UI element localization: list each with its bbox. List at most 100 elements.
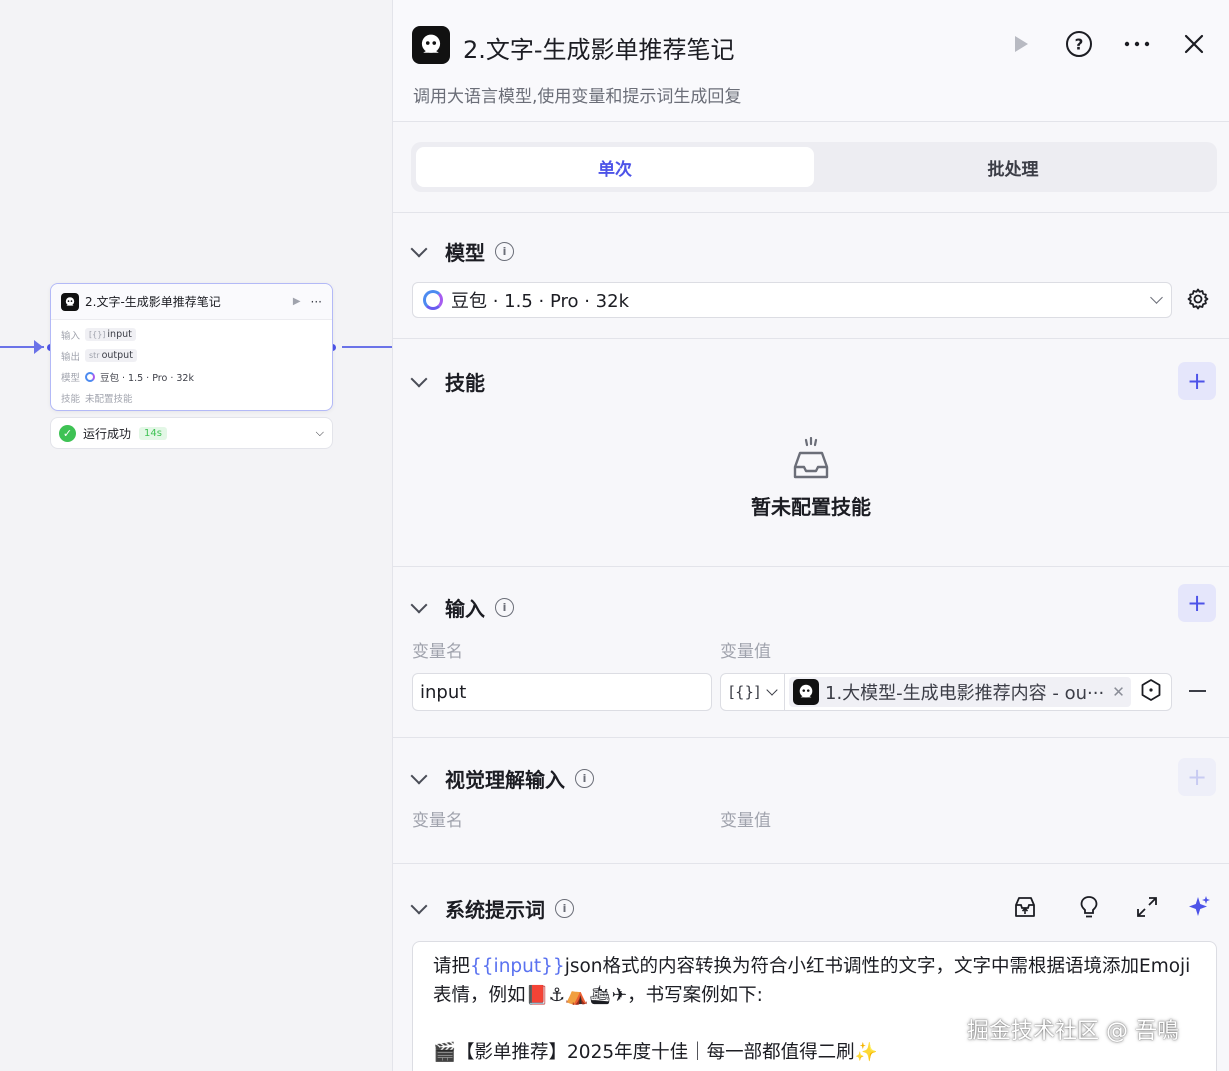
panel-subtitle: 调用大语言模型,使用变量和提示词生成回复 bbox=[413, 87, 742, 107]
col-var-name: 变量名 bbox=[412, 811, 463, 831]
help-icon[interactable]: ? bbox=[1063, 28, 1095, 60]
run-time-badge: 14s bbox=[139, 426, 167, 440]
run-status-bar[interactable]: ✓ 运行成功 14s ⌵ bbox=[50, 417, 333, 449]
vision-section: 视觉理解输入 i + 变量名 变量值 bbox=[393, 738, 1229, 864]
close-icon[interactable] bbox=[1178, 28, 1210, 60]
prompt-variable: {{input}} bbox=[470, 956, 565, 977]
chevron-down-icon[interactable] bbox=[410, 767, 428, 784]
node-title: 2.文字-生成影单推荐笔记 bbox=[85, 295, 221, 309]
prompt-text: 请把 bbox=[433, 956, 471, 977]
add-skill-button[interactable]: + bbox=[1178, 362, 1216, 400]
model-select[interactable]: 豆包 · 1.5 · Pro · 32k bbox=[412, 282, 1172, 318]
sparkle-icon[interactable] bbox=[1185, 893, 1213, 921]
model-select-value: 豆包 · 1.5 · Pro · 32k bbox=[451, 291, 630, 312]
node-header: 2.文字-生成影单推荐笔记 ▶ ··· bbox=[51, 284, 332, 320]
panel-header: 2.文字-生成影单推荐笔记 调用大语言模型,使用变量和提示词生成回复 ? bbox=[393, 0, 1229, 122]
chevron-down-icon[interactable] bbox=[410, 897, 428, 914]
bulb-icon[interactable] bbox=[1075, 893, 1103, 921]
col-var-name: 变量名 bbox=[412, 642, 463, 662]
mode-tabs-wrapper: 单次 批处理 bbox=[393, 122, 1229, 213]
col-var-value: 变量值 bbox=[720, 811, 771, 831]
mode-tabs: 单次 批处理 bbox=[411, 142, 1217, 192]
skill-label: 技能 bbox=[61, 393, 81, 405]
model-label: 模型 bbox=[61, 372, 81, 384]
output-chip: str output bbox=[85, 349, 137, 362]
more-icon[interactable]: ··· bbox=[311, 295, 322, 309]
type-tag: [{}] bbox=[89, 330, 106, 339]
run-status-text: 运行成功 bbox=[83, 426, 132, 441]
var-name-input[interactable]: input bbox=[412, 673, 712, 711]
section-title: 技能 bbox=[445, 371, 485, 395]
tab-batch[interactable]: 批处理 bbox=[814, 147, 1212, 187]
node-skill-row: 技能 未配置技能 bbox=[61, 387, 322, 408]
model-section: 模型 i bbox=[393, 213, 1229, 339]
info-icon[interactable]: i bbox=[495, 598, 514, 617]
node-config-panel: 2.文字-生成影单推荐笔记 调用大语言模型,使用变量和提示词生成回复 ? 单次 … bbox=[392, 0, 1229, 1071]
chevron-down-icon bbox=[1150, 291, 1163, 304]
gear-icon[interactable] bbox=[1186, 287, 1210, 315]
input-label: 输入 bbox=[61, 330, 81, 342]
tab-single[interactable]: 单次 bbox=[416, 147, 814, 187]
node-input-row: 输入 [{}] input bbox=[61, 324, 322, 345]
model-section-header[interactable]: 模型 i bbox=[410, 237, 514, 266]
section-title: 视觉理解输入 bbox=[445, 768, 565, 792]
info-icon[interactable]: i bbox=[575, 769, 594, 788]
var-ref-chip[interactable]: 1.大模型-生成电影推荐内容 - ou··· ✕ bbox=[789, 677, 1131, 707]
info-icon[interactable]: i bbox=[555, 899, 574, 918]
chevron-down-icon bbox=[766, 684, 778, 696]
output-label: 输出 bbox=[61, 351, 81, 363]
play-icon[interactable] bbox=[1005, 28, 1037, 60]
outgoing-edge bbox=[342, 346, 392, 348]
model-value: 豆包 · 1.5 · Pro · 32k bbox=[100, 372, 194, 384]
bot-icon bbox=[412, 26, 450, 64]
skill-value: 未配置技能 bbox=[85, 393, 133, 405]
type-glyph: [{}] bbox=[729, 683, 760, 701]
clear-icon[interactable]: ✕ bbox=[1112, 683, 1125, 701]
svg-text:?: ? bbox=[1075, 36, 1084, 54]
chevron-down-icon[interactable] bbox=[410, 240, 428, 257]
section-title: 系统提示词 bbox=[445, 898, 545, 922]
input-chip: [{}] input bbox=[85, 328, 136, 341]
type-selector[interactable]: [{}] bbox=[721, 674, 785, 710]
workflow-canvas[interactable]: 2.文字-生成影单推荐笔记 ▶ ··· 输入 [{}] input 输出 str o… bbox=[0, 0, 392, 1071]
add-vision-input-button[interactable]: + bbox=[1178, 758, 1216, 796]
node-output-row: 输出 str output bbox=[61, 345, 322, 366]
skill-section: 技能 + 暂未配置技能 bbox=[393, 339, 1229, 567]
play-icon[interactable]: ▶ bbox=[293, 296, 301, 307]
expand-icon[interactable] bbox=[1133, 893, 1161, 921]
edge-arrow bbox=[34, 340, 43, 354]
library-icon[interactable] bbox=[1011, 893, 1039, 921]
type-tag: str bbox=[89, 351, 100, 360]
empty-text: 暂未配置技能 bbox=[751, 495, 871, 519]
skill-section-header[interactable]: 技能 bbox=[410, 367, 485, 396]
chevron-down-icon[interactable]: ⌵ bbox=[316, 426, 324, 440]
var-value-field[interactable]: [{}] 1.大模型-生成电影推荐内容 - ou··· ✕ bbox=[720, 673, 1172, 711]
bot-icon bbox=[61, 292, 79, 311]
add-input-button[interactable]: + bbox=[1178, 584, 1216, 622]
col-var-value: 变量值 bbox=[720, 642, 771, 662]
minus-icon[interactable] bbox=[1189, 690, 1206, 692]
chip-value: output bbox=[101, 350, 133, 361]
doubao-icon bbox=[423, 290, 443, 310]
doubao-icon bbox=[85, 371, 95, 382]
var-name-value: input bbox=[420, 681, 467, 703]
more-icon[interactable] bbox=[1121, 28, 1153, 60]
section-title: 输入 bbox=[445, 597, 485, 621]
watermark: 掘金技术社区 @ 吾鳴 bbox=[967, 1019, 1179, 1044]
input-section-header[interactable]: 输入 i bbox=[410, 593, 514, 622]
variable-picker-icon[interactable] bbox=[1139, 678, 1163, 706]
chip-value: input bbox=[107, 329, 132, 340]
input-section: 输入 i + 变量名 变量值 bbox=[393, 567, 1229, 738]
prompt-section-header[interactable]: 系统提示词 i bbox=[410, 894, 574, 923]
empty-box-icon bbox=[393, 437, 1229, 483]
vision-section-header[interactable]: 视觉理解输入 i bbox=[410, 764, 594, 793]
node-model-row: 模型 豆包 · 1.5 · Pro · 32k bbox=[61, 366, 322, 387]
system-prompt-editor[interactable]: 请把{{input}}json格式的内容转换为符合小红书调性的文字，文字中需根据… bbox=[412, 941, 1217, 1071]
section-title: 模型 bbox=[445, 241, 485, 265]
skill-empty-state: 暂未配置技能 bbox=[393, 437, 1229, 520]
info-icon[interactable]: i bbox=[495, 242, 514, 261]
chevron-down-icon[interactable] bbox=[410, 596, 428, 613]
llm-node-card[interactable]: 2.文字-生成影单推荐笔记 ▶ ··· 输入 [{}] input 输出 str o… bbox=[50, 283, 333, 411]
panel-title[interactable]: 2.文字-生成影单推荐笔记 bbox=[463, 30, 735, 65]
chevron-down-icon[interactable] bbox=[410, 370, 428, 387]
